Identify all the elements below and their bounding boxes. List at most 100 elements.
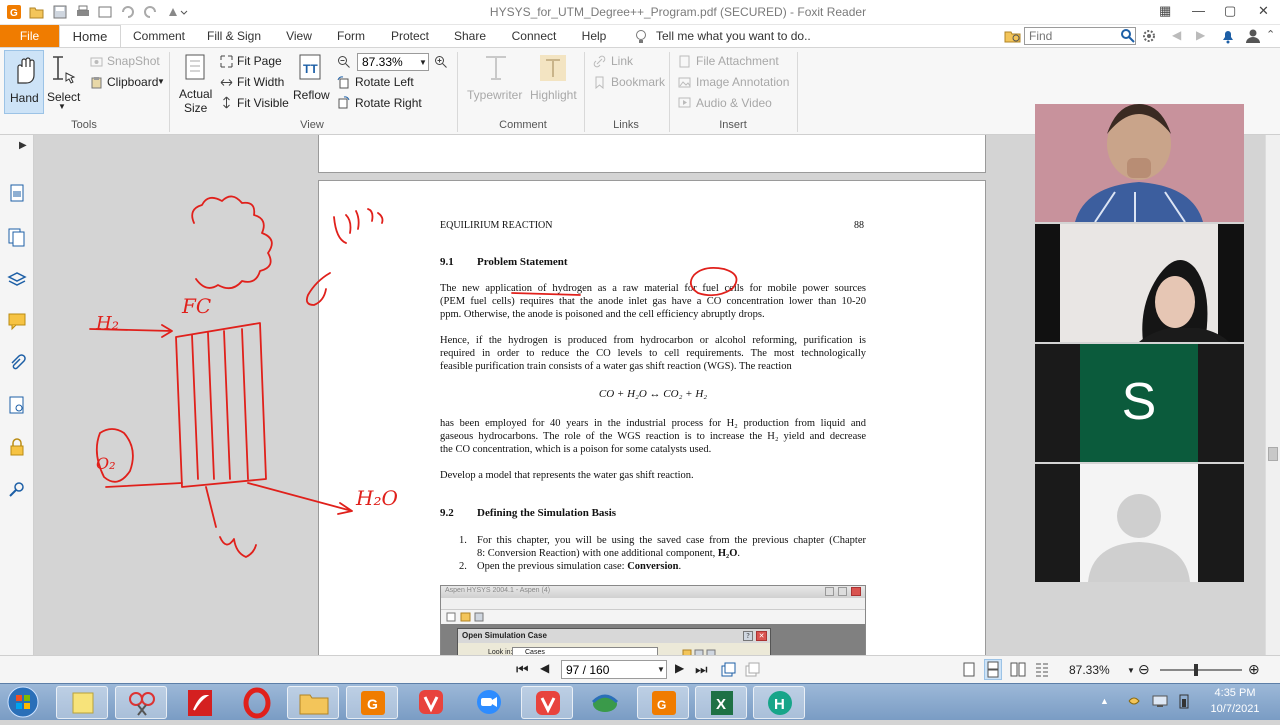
taskbar-zoom[interactable] <box>463 686 515 719</box>
zoom-out-icon[interactable] <box>337 55 350 68</box>
tab-home[interactable]: Home <box>59 25 121 47</box>
bookmark-button[interactable]: Bookmark <box>611 75 665 89</box>
page-dropdown-icon[interactable]: ▼ <box>657 665 665 674</box>
show-hidden-icons[interactable]: ▲ <box>1100 696 1109 706</box>
search-icon[interactable] <box>1120 28 1135 48</box>
ribbon-options-icon[interactable]: ▦ <box>1159 3 1171 19</box>
page-thumbnails-icon[interactable] <box>7 183 27 203</box>
taskbar-opera[interactable] <box>231 686 283 719</box>
user-account-icon[interactable] <box>1245 28 1261 49</box>
participant-video-3[interactable]: S <box>1035 344 1244 462</box>
continuous-view-button[interactable] <box>984 659 1002 680</box>
taskbar-foxit-pdf[interactable]: G <box>637 686 689 719</box>
taskbar-clock-time[interactable]: 4:35 PM <box>1200 687 1270 699</box>
page-number-input[interactable] <box>561 660 667 679</box>
taskbar-hysys[interactable]: H <box>753 686 805 719</box>
network-tray-icon[interactable] <box>1152 693 1168 714</box>
security-lock-icon[interactable] <box>7 437 27 457</box>
reflow-button[interactable]: TT Reflow <box>292 50 330 116</box>
facing-view-icon[interactable] <box>1010 662 1026 683</box>
taskbar-pdf-reader[interactable] <box>174 686 226 719</box>
continuous-facing-icon[interactable] <box>1034 662 1050 683</box>
hand-tool-button[interactable]: Hand <box>4 50 44 114</box>
layers-icon[interactable] <box>7 269 27 289</box>
audio-video-button[interactable]: Audio & Video <box>696 96 772 110</box>
fit-page-button[interactable]: Fit Page <box>237 54 282 68</box>
tab-fill-sign[interactable]: Fill & Sign <box>205 25 263 47</box>
notification-bell-icon[interactable] <box>1220 28 1236 49</box>
taskbar-snipping-tool[interactable] <box>115 686 167 719</box>
fit-visible-button[interactable]: Fit Visible <box>237 96 289 110</box>
vertical-scrollbar[interactable] <box>1265 135 1280 655</box>
zoom-dropdown-icon[interactable]: ▼ <box>419 58 427 67</box>
clipboard-button[interactable]: Clipboard <box>107 75 158 89</box>
tab-connect[interactable]: Connect <box>508 25 560 47</box>
rotate-right-button[interactable]: Rotate Right <box>355 96 422 110</box>
attachments-icon[interactable] <box>7 353 27 373</box>
zoom-slider-thumb[interactable] <box>1194 664 1198 676</box>
taskbar-vivaldi-2[interactable] <box>521 686 573 719</box>
close-button[interactable]: ✕ <box>1258 3 1269 19</box>
taskbar-clock-date[interactable]: 10/7/2021 <box>1200 703 1270 715</box>
typewriter-button[interactable]: Typewriter <box>466 50 526 116</box>
collapse-ribbon-icon[interactable]: ⌃ <box>1266 28 1275 41</box>
status-zoom-dropdown-icon[interactable]: ▼ <box>1127 666 1135 675</box>
actual-size-icon <box>185 54 205 80</box>
tab-share[interactable]: Share <box>451 25 489 47</box>
taskbar-vivaldi[interactable] <box>405 686 457 719</box>
tab-form[interactable]: Form <box>333 25 369 47</box>
participant-video-1[interactable] <box>1035 104 1244 222</box>
status-zoom-out-icon[interactable]: ⊖ <box>1138 661 1150 678</box>
minimize-button[interactable]: — <box>1192 3 1205 18</box>
zoom-in-icon[interactable] <box>434 55 447 68</box>
scrollbar-thumb[interactable] <box>1268 447 1278 461</box>
taskbar-network-app[interactable] <box>579 686 631 719</box>
previous-view-icon[interactable] <box>720 662 736 683</box>
tray-app-icon[interactable] <box>1126 693 1142 714</box>
status-zoom-in-icon[interactable]: ⊕ <box>1248 661 1260 678</box>
signature-icon[interactable] <box>7 395 27 415</box>
participant-video-2[interactable] <box>1035 224 1244 342</box>
last-page-icon[interactable]: ⏭ <box>695 661 708 678</box>
first-page-icon[interactable]: ⏮ <box>516 661 529 678</box>
image-annotation-button[interactable]: Image Annotation <box>696 75 789 89</box>
previous-page-icon[interactable]: ◀ <box>540 661 549 675</box>
zoom-slider-track[interactable] <box>1160 669 1242 671</box>
taskbar-file-explorer[interactable] <box>287 686 339 719</box>
link-button[interactable]: Link <box>611 54 633 68</box>
comments-icon[interactable] <box>7 311 27 331</box>
pages-icon[interactable] <box>7 227 27 247</box>
start-button[interactable] <box>4 685 42 719</box>
participant-video-4[interactable] <box>1035 464 1244 582</box>
clipboard-dropdown-icon[interactable]: ▼ <box>157 77 165 86</box>
battery-tray-icon[interactable] <box>1178 693 1190 714</box>
tab-comment[interactable]: Comment <box>131 25 187 47</box>
actual-size-button[interactable]: Actual Size <box>176 50 216 118</box>
taskbar-excel[interactable]: X <box>695 686 747 719</box>
taskbar-sticky-notes[interactable] <box>56 686 108 719</box>
tab-file[interactable]: File <box>0 25 59 47</box>
expand-pane-icon[interactable]: ▶ <box>19 140 27 151</box>
settings-gear-icon[interactable] <box>1141 28 1157 49</box>
audio-video-icon <box>678 96 691 109</box>
file-attachment-button[interactable]: File Attachment <box>696 54 779 68</box>
next-page-icon[interactable]: ▶ <box>675 661 684 675</box>
status-zoom-value[interactable]: 87.33% <box>1069 663 1110 677</box>
next-result-icon[interactable]: ▶ <box>1196 28 1205 42</box>
search-tools-icon[interactable] <box>7 479 27 499</box>
highlight-button[interactable]: Highlight <box>529 50 579 116</box>
find-folder-icon[interactable] <box>1004 28 1022 49</box>
select-tool-button[interactable]: Select ▼ <box>46 50 82 116</box>
tell-me-search[interactable]: Tell me what you want to do.. <box>656 25 826 47</box>
tab-protect[interactable]: Protect <box>387 25 433 47</box>
snapshot-button[interactable]: SnapShot <box>107 54 160 68</box>
maximize-button[interactable]: ▢ <box>1224 3 1236 19</box>
fit-width-button[interactable]: Fit Width <box>237 75 284 89</box>
taskbar-foxit-reader[interactable]: G <box>346 686 398 719</box>
single-page-view-icon[interactable] <box>962 662 976 683</box>
tab-help[interactable]: Help <box>578 25 610 47</box>
rotate-left-button[interactable]: Rotate Left <box>355 75 414 89</box>
next-view-icon[interactable] <box>744 662 760 683</box>
prev-result-icon[interactable]: ◀ <box>1172 28 1181 42</box>
tab-view[interactable]: View <box>282 25 316 47</box>
